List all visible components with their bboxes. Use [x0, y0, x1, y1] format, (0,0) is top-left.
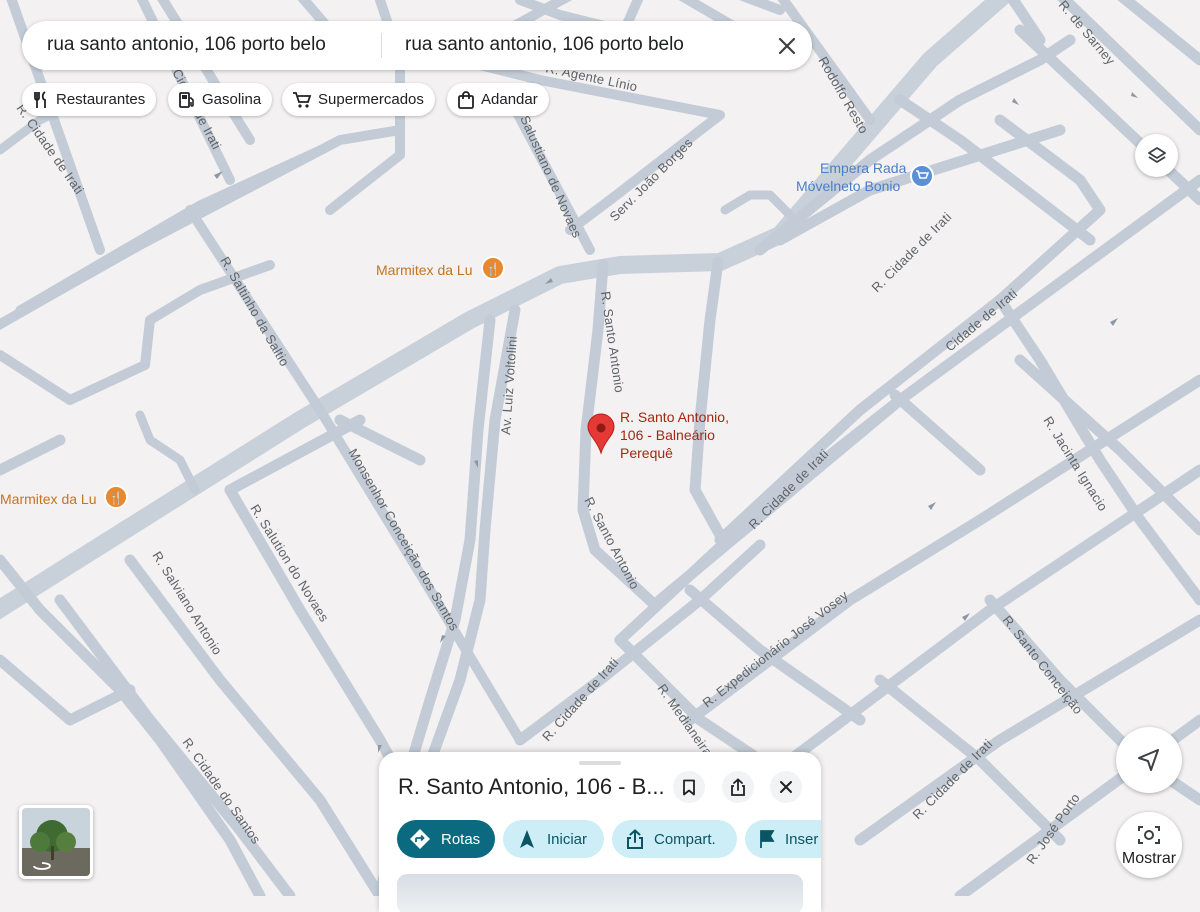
lens-mostrar-button[interactable]: Mostrar: [1116, 812, 1182, 878]
pin-label-line2: 106 - Balneário: [620, 427, 715, 443]
poi-label: Marmitex da Lu: [0, 491, 96, 507]
chip-label: Adandar: [481, 91, 538, 108]
place-photo-strip[interactable]: [397, 874, 803, 912]
navigation-arrow-icon: [1138, 749, 1159, 771]
chip-label: Gasolina: [202, 91, 262, 108]
pin-label-line3: Perequê: [620, 445, 673, 461]
close-icon: [778, 37, 796, 55]
fork-knife-icon: [34, 90, 46, 108]
layers-icon: [1147, 146, 1166, 163]
street-view-thumbnail[interactable]: [19, 805, 93, 879]
recenter-button[interactable]: [1116, 727, 1182, 793]
chip-gasolina[interactable]: Gasolina: [168, 83, 273, 116]
chip-label: Restaurantes: [56, 91, 146, 108]
sheet-drag-handle[interactable]: [579, 761, 621, 765]
mostrar-label: Mostrar: [1121, 850, 1177, 867]
poi-label: Marmitex da Lu: [376, 262, 472, 278]
share-icon-button[interactable]: [722, 771, 754, 803]
rotas-button[interactable]: Rotas: [397, 820, 495, 858]
rotas-label: Rotas: [441, 830, 481, 848]
iniciar-label: Iniciar: [547, 830, 588, 848]
flag-icon: [760, 830, 775, 848]
chip-restaurantes[interactable]: Restaurantes: [22, 83, 157, 116]
share-icon: [627, 829, 643, 849]
poi-label-line2: Móvelneto Bonio: [796, 178, 901, 194]
compartilhar-label: Compart.: [654, 830, 716, 848]
close-search-button[interactable]: [774, 33, 800, 59]
iniciar-button[interactable]: Iniciar: [503, 820, 604, 858]
chip-supermercados[interactable]: Supermercados: [282, 83, 435, 116]
inserir-button[interactable]: Inser: [745, 820, 821, 858]
fork-knife-icon: 🍴: [109, 491, 124, 505]
origin-field[interactable]: rua santo antonio, 106 porto belo: [47, 34, 326, 56]
destination-field[interactable]: rua santo antonio, 106 porto belo: [405, 34, 684, 56]
directions-icon: [410, 829, 430, 849]
directions-search-bar: rua santo antonio, 106 porto belo rua sa…: [22, 21, 812, 70]
gas-pump-icon: [179, 91, 194, 108]
navigation-icon: [520, 830, 534, 848]
place-title: R. Santo Antonio, 106 - B...: [398, 774, 665, 799]
poi-label-line1: Empera Rada: [820, 160, 907, 176]
chip-adandar[interactable]: Adandar: [447, 83, 549, 116]
shopping-bag-icon: [458, 90, 474, 109]
search-divider: [381, 33, 382, 58]
cart-icon: [293, 91, 312, 108]
close-icon: [780, 781, 792, 793]
pin-label-line1: R. Santo Antonio,: [620, 409, 729, 425]
street-view-image: [22, 808, 90, 876]
fork-knife-icon: 🍴: [486, 262, 501, 276]
chip-label: Supermercados: [318, 91, 424, 108]
share-icon: [731, 778, 745, 796]
camera-lens-icon: [1138, 826, 1160, 844]
bookmark-icon: [683, 779, 695, 795]
layers-button[interactable]: [1135, 134, 1178, 177]
place-bottom-sheet[interactable]: R. Santo Antonio, 106 - B... Rotas Inici…: [379, 752, 821, 912]
inserir-label: Inser: [785, 830, 819, 848]
save-button[interactable]: [673, 771, 705, 803]
compartilhar-button[interactable]: Compart.: [612, 820, 737, 858]
close-sheet-button[interactable]: [770, 771, 802, 803]
